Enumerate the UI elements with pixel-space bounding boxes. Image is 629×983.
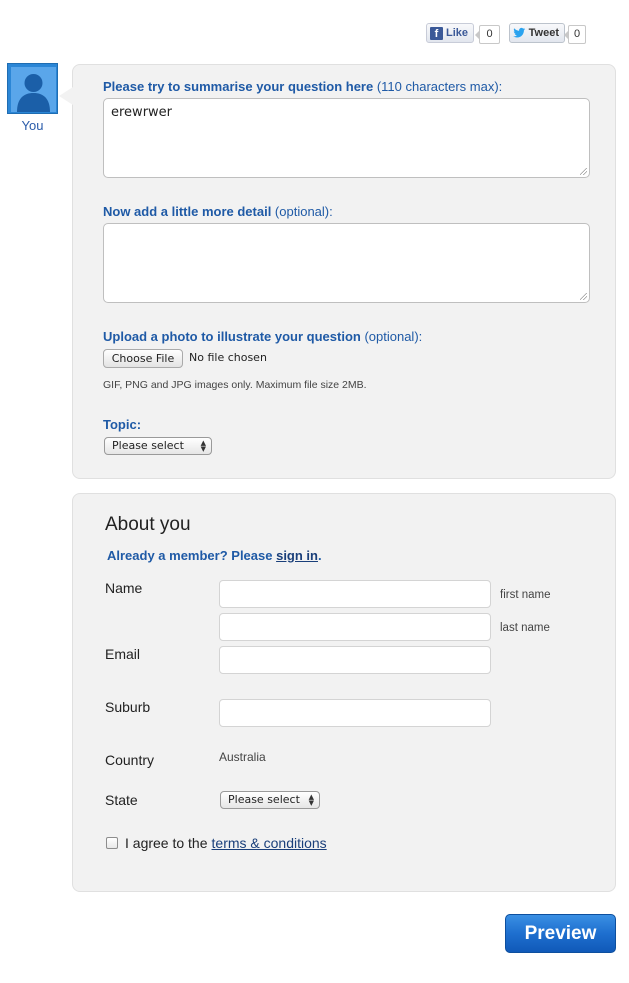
detail-label: Now add a little more detail (optional):	[103, 204, 333, 219]
file-status: No file chosen	[189, 351, 267, 364]
sign-in-link[interactable]: sign in	[276, 548, 318, 563]
tweet-label: Tweet	[528, 27, 559, 39]
topic-label: Topic:	[103, 417, 142, 432]
tweet-count: 0	[564, 25, 586, 44]
terms-checkbox[interactable]	[106, 837, 118, 849]
choose-file-button[interactable]: Choose File	[103, 349, 183, 368]
summary-textarea[interactable]: erewrwer	[103, 98, 590, 178]
upload-label: Upload a photo to illustrate your questi…	[103, 329, 423, 344]
avatar	[7, 63, 58, 114]
first-name-hint: first name	[500, 589, 551, 601]
terms-agreement: I agree to the terms & conditions	[106, 835, 327, 851]
tweet-button[interactable]: Tweet	[509, 23, 565, 43]
summary-label: Please try to summarise your question he…	[103, 79, 503, 94]
detail-textarea[interactable]	[103, 223, 590, 303]
facebook-icon: f	[430, 26, 443, 40]
last-name-hint: last name	[500, 622, 550, 634]
about-title: About you	[105, 514, 191, 535]
facebook-like-button[interactable]: f Like	[426, 23, 474, 43]
suburb-label: Suburb	[105, 699, 151, 715]
twitter-bird-icon	[513, 27, 526, 38]
country-label: Country	[105, 752, 155, 768]
about-you-panel: About you Already a member? Please sign …	[72, 493, 616, 892]
like-count: 0	[475, 25, 500, 44]
last-name-input[interactable]	[219, 613, 491, 641]
file-hint: GIF, PNG and JPG images only. Maximum fi…	[103, 379, 367, 391]
preview-button[interactable]: Preview	[505, 914, 616, 953]
topic-select[interactable]: Please select ▲ ▼	[104, 437, 212, 455]
country-value: Australia	[219, 750, 266, 764]
state-select[interactable]: Please select ▲ ▼	[220, 791, 320, 809]
name-label: Name	[105, 580, 143, 596]
state-label: State	[105, 792, 138, 808]
select-arrows-icon: ▲ ▼	[200, 439, 206, 453]
user-silhouette-icon	[11, 67, 56, 112]
state-select-value: Please select	[228, 793, 300, 806]
email-input[interactable]	[219, 646, 491, 674]
agree-text: I agree to the	[125, 835, 208, 851]
like-label: Like	[445, 27, 468, 39]
select-arrows-icon: ▲ ▼	[308, 793, 314, 807]
suburb-input[interactable]	[219, 699, 491, 727]
first-name-input[interactable]	[219, 580, 491, 608]
terms-link[interactable]: terms & conditions	[212, 835, 327, 851]
topic-select-value: Please select	[112, 439, 184, 452]
member-prompt: Already a member? Please sign in.	[107, 548, 322, 563]
question-panel: Please try to summarise your question he…	[59, 64, 616, 479]
avatar-label: You	[21, 118, 44, 133]
email-label: Email	[105, 646, 141, 662]
